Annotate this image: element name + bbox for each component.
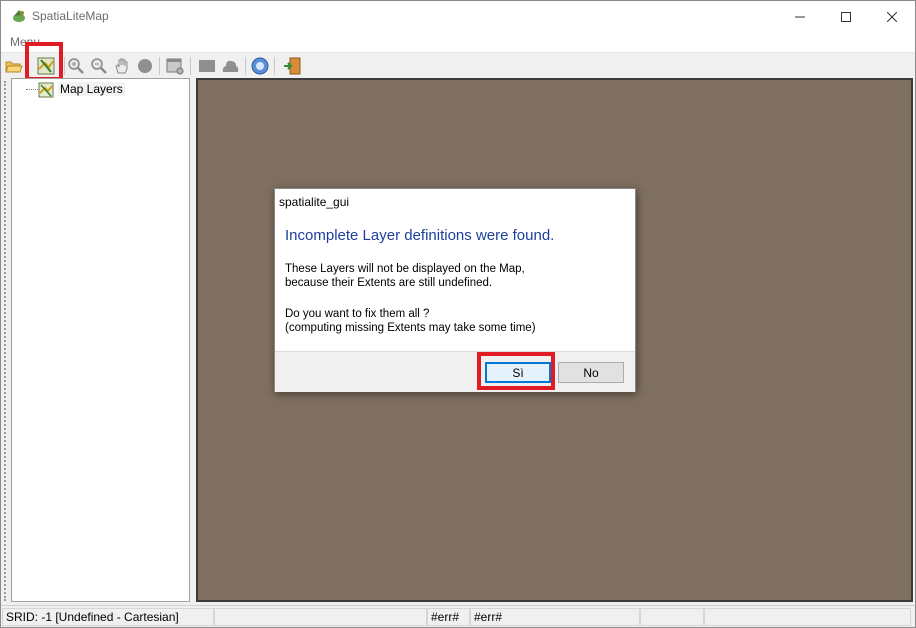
status-cell-empty	[640, 608, 704, 626]
fix-extents-dialog: spatialite_gui Incomplete Layer definiti…	[274, 188, 636, 392]
status-cell-empty	[704, 608, 911, 626]
maximize-icon	[841, 11, 851, 22]
coord-y-status: #err#	[470, 608, 640, 626]
maximize-button[interactable]	[823, 1, 869, 32]
open-folder-icon	[5, 61, 23, 73]
status-cell-empty	[214, 608, 427, 626]
dialog-title: spatialite_gui	[279, 195, 350, 209]
yes-button-highlight	[477, 352, 555, 390]
toolbar-separator	[159, 57, 160, 75]
pan-hand-icon	[115, 58, 128, 74]
coord-x-status: #err#	[427, 608, 470, 626]
toolbar-separator	[274, 57, 275, 75]
dialog-question-line-2: (computing missing Extents may take some…	[285, 322, 536, 334]
layer-tree-panel: Map Layers	[11, 78, 190, 602]
open-button[interactable]	[3, 55, 25, 77]
toolbar-separator	[245, 57, 246, 75]
help-icon	[251, 57, 269, 75]
minimize-icon	[795, 16, 805, 17]
map-layers-icon	[38, 82, 54, 98]
no-button[interactable]: No	[558, 362, 624, 383]
identify-button[interactable]	[134, 55, 156, 77]
title-bar: SpatiaLiteMap	[1, 1, 915, 32]
cloud-button[interactable]	[219, 55, 241, 77]
zoom-out-button[interactable]	[88, 55, 110, 77]
identify-icon	[138, 59, 152, 73]
pan-button[interactable]	[111, 55, 133, 77]
layer-properties-icon	[166, 58, 184, 75]
close-button[interactable]	[869, 1, 915, 32]
rectangle-button[interactable]	[196, 55, 218, 77]
exit-button[interactable]	[281, 55, 303, 77]
dialog-button-bar: Sì No	[275, 351, 635, 392]
dialog-question-line-1: Do you want to fix them all ?	[285, 308, 430, 320]
zoom-out-icon	[91, 58, 107, 74]
toolbar-separator	[190, 57, 191, 75]
toolbar	[1, 42, 915, 81]
zoom-in-icon	[68, 58, 84, 74]
panel-grip[interactable]	[4, 81, 8, 601]
help-button[interactable]	[249, 55, 271, 77]
status-bar: SRID: -1 [Undefined - Cartesian] #err# #…	[1, 605, 915, 627]
exit-icon	[284, 57, 301, 75]
zoom-in-button[interactable]	[65, 55, 87, 77]
tree-root-item[interactable]: Map Layers	[58, 82, 125, 96]
minimize-button[interactable]	[777, 1, 823, 32]
cloud-icon	[222, 60, 239, 72]
dialog-body-line-2: because their Extents are still undefine…	[285, 277, 493, 289]
layer-properties-button[interactable]	[164, 55, 186, 77]
app-logo-icon	[13, 10, 25, 22]
menu-bar: Menu	[1, 32, 915, 52]
srid-status: SRID: -1 [Undefined - Cartesian]	[2, 608, 214, 626]
app-window: SpatiaLiteMap Menu Map Layers SRID: -1 […	[0, 0, 916, 628]
close-icon	[887, 11, 897, 22]
window-title: SpatiaLiteMap	[32, 9, 109, 23]
dialog-body-line-1: These Layers will not be displayed on th…	[285, 263, 525, 275]
rectangle-icon	[199, 60, 215, 72]
dialog-heading: Incomplete Layer definitions were found.	[285, 227, 555, 244]
toolbar-highlight	[25, 42, 63, 81]
